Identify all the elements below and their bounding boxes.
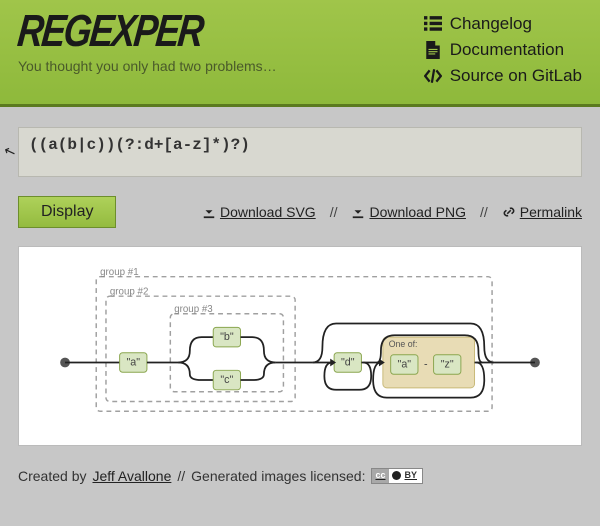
range-to: "z" — [441, 358, 454, 370]
cc-by-icon: BY — [389, 469, 423, 483]
header: REGEXPER You thought you only had two pr… — [0, 0, 600, 107]
diagram: group #1 group #2 group #3 "a" "b" "c" — [18, 246, 582, 446]
cc-icon: cc — [372, 469, 388, 483]
literal-a: "a" — [126, 357, 140, 369]
range-from: "a" — [398, 358, 412, 370]
mouse-cursor-icon: ↖ — [1, 142, 18, 162]
svg-text:"a": "a" — [398, 358, 412, 370]
svg-text:group #2: group #2 — [110, 286, 148, 297]
nav-changelog[interactable]: Changelog — [424, 14, 582, 34]
svg-text:group #1: group #1 — [100, 267, 139, 278]
permalink-link[interactable]: Permalink — [502, 204, 582, 220]
svg-text:"z": "z" — [441, 358, 454, 370]
toolbar: Display Download SVG // Download PNG // … — [18, 196, 582, 228]
svg-text:"a": "a" — [126, 357, 140, 369]
display-button[interactable]: Display — [18, 196, 116, 228]
logo: REGEXPER — [15, 5, 279, 58]
svg-text:group #3: group #3 — [174, 304, 213, 315]
footer-sep: // — [177, 468, 185, 484]
download-png-link[interactable]: Download PNG — [351, 204, 466, 220]
list-icon — [424, 15, 442, 33]
tagline: You thought you only had two problems… — [18, 58, 277, 74]
group2-label: group #2 — [110, 286, 148, 297]
group3-label: group #3 — [174, 304, 213, 315]
nav-source-label: Source on GitLab — [450, 66, 582, 86]
group1-label: group #1 — [100, 267, 139, 278]
svg-text:"c": "c" — [220, 374, 233, 386]
nav-source[interactable]: Source on GitLab — [424, 66, 582, 86]
svg-text:"d": "d" — [341, 357, 355, 369]
download-icon — [351, 205, 365, 219]
nav-links: Changelog Documentation Source on GitLab — [424, 10, 582, 86]
download-icon — [202, 205, 216, 219]
nav-documentation[interactable]: Documentation — [424, 40, 582, 60]
svg-text:-: - — [424, 358, 428, 370]
literal-d: "d" — [341, 357, 355, 369]
main: ↖ Display Download SVG // Download PNG /… — [0, 107, 600, 454]
cc-license-badge[interactable]: cc BY — [371, 468, 423, 484]
range-dash: - — [424, 358, 428, 370]
created-by-prefix: Created by — [18, 468, 86, 484]
nav-changelog-label: Changelog — [450, 14, 532, 34]
document-icon — [424, 41, 442, 59]
separator: // — [330, 204, 338, 220]
download-png-label: Download PNG — [369, 204, 466, 220]
download-svg-label: Download SVG — [220, 204, 316, 220]
download-svg-link[interactable]: Download SVG — [202, 204, 316, 220]
license-prefix: Generated images licensed: — [191, 468, 365, 484]
svg-text:One of:: One of: — [389, 339, 418, 349]
literal-c: "c" — [220, 374, 233, 386]
brand-column: REGEXPER You thought you only had two pr… — [18, 10, 277, 86]
link-icon — [502, 205, 516, 219]
code-icon — [424, 67, 442, 85]
nav-documentation-label: Documentation — [450, 40, 564, 60]
regex-input[interactable] — [18, 127, 582, 177]
permalink-label: Permalink — [520, 204, 582, 220]
literal-b: "b" — [220, 331, 234, 343]
svg-text:"b": "b" — [220, 331, 234, 343]
footer: Created by Jeff Avallone // Generated im… — [0, 454, 600, 484]
regex-diagram-svg: group #1 group #2 group #3 "a" "b" "c" — [35, 265, 565, 421]
class-label: One of: — [389, 339, 418, 349]
separator: // — [480, 204, 488, 220]
author-link[interactable]: Jeff Avallone — [92, 468, 171, 484]
